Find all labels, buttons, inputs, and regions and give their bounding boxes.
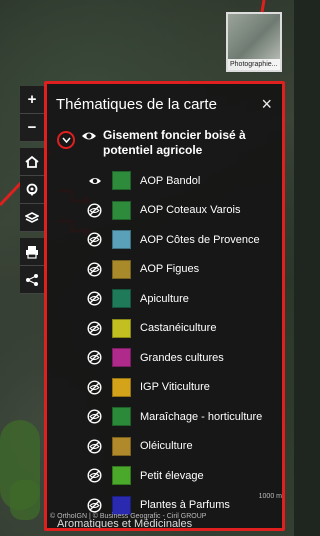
eye-icon[interactable] xyxy=(87,173,102,188)
legend-swatch xyxy=(112,230,131,250)
zoom-out-button[interactable]: − xyxy=(20,114,44,142)
eye-slash-icon[interactable] xyxy=(87,350,102,365)
photo-basemap-toggle[interactable]: Photographie... xyxy=(226,12,282,72)
legend-swatch xyxy=(112,289,131,309)
layer-group-title: Gisement foncier boisé à potentiel agric… xyxy=(103,128,246,157)
legend-swatch xyxy=(112,407,131,427)
location-pin-icon xyxy=(26,183,38,196)
eye-slash-icon[interactable] xyxy=(87,468,102,483)
thematics-panel: Thématiques de la carte × Gisement fonci… xyxy=(44,81,285,531)
layer-item[interactable]: Apiculture xyxy=(47,284,282,314)
legend-swatch xyxy=(112,318,131,338)
legend-swatch xyxy=(112,259,131,279)
layer-list: AOP Bandol AOP Coteaux Varois AOP Côtes de… xyxy=(47,166,282,528)
locate-button[interactable] xyxy=(20,176,44,204)
layer-label: Petit élevage xyxy=(140,469,204,482)
layer-label: Grandes cultures xyxy=(140,351,224,364)
print-button[interactable] xyxy=(20,238,44,266)
eye-slash-icon[interactable] xyxy=(87,380,102,395)
print-icon xyxy=(26,245,38,259)
layer-group: Gisement foncier boisé à potentiel agric… xyxy=(47,124,282,158)
map-attribution: © OrthoIGN | © Business Geografic - Ciri… xyxy=(50,513,207,520)
layer-item[interactable]: AOP Coteaux Varois xyxy=(47,196,282,226)
layers-button[interactable] xyxy=(20,204,44,232)
legend-swatch xyxy=(112,348,131,368)
layer-item[interactable]: Petit élevage xyxy=(47,461,282,491)
eye-slash-icon[interactable] xyxy=(87,439,102,454)
share-icon xyxy=(26,273,38,286)
close-icon[interactable]: × xyxy=(261,94,272,115)
layer-item[interactable]: Castanéiculture xyxy=(47,314,282,344)
share-button[interactable] xyxy=(20,266,44,294)
layer-label: Apiculture xyxy=(140,292,189,305)
eye-slash-icon[interactable] xyxy=(87,409,102,424)
layer-item[interactable]: AOP Côtes de Provence xyxy=(47,225,282,255)
legend-swatch xyxy=(112,200,131,220)
layer-label: Oléiculture xyxy=(140,440,193,453)
layer-item[interactable]: Grandes cultures xyxy=(47,343,282,373)
eye-slash-icon[interactable] xyxy=(87,291,102,306)
panel-title: Thématiques de la carte xyxy=(56,95,217,113)
eye-slash-icon[interactable] xyxy=(87,498,102,513)
legend-swatch xyxy=(112,495,131,515)
legend-swatch xyxy=(112,377,131,397)
zoom-in-button[interactable]: + xyxy=(20,86,44,114)
panel-header: Thématiques de la carte × xyxy=(47,84,282,124)
eye-slash-icon[interactable] xyxy=(87,321,102,336)
legend-swatch xyxy=(112,171,131,191)
chevron-down-icon[interactable] xyxy=(57,131,75,149)
map-scale: 1000 m xyxy=(258,493,282,500)
home-icon xyxy=(25,155,39,168)
layer-item[interactable]: AOP Bandol xyxy=(47,166,282,196)
eye-slash-icon[interactable] xyxy=(87,262,102,277)
layer-label: AOP Côtes de Provence xyxy=(140,233,260,246)
map-toolbar: + − xyxy=(20,86,44,294)
layer-item[interactable]: AOP Figues xyxy=(47,255,282,285)
map-vegetation-patch xyxy=(10,480,40,520)
legend-swatch xyxy=(112,466,131,486)
photo-caption: Photographie... xyxy=(228,59,280,70)
layer-label: AOP Bandol xyxy=(140,174,201,187)
layer-label: Castanéiculture xyxy=(140,322,217,335)
layer-label: AOP Figues xyxy=(140,263,200,276)
home-button[interactable] xyxy=(20,148,44,176)
layer-label: IGP Viticulture xyxy=(140,381,210,394)
layer-item[interactable]: Maraîchage - horticulture xyxy=(47,402,282,432)
layer-item[interactable]: IGP Viticulture xyxy=(47,373,282,403)
layer-label: AOP Coteaux Varois xyxy=(140,204,241,217)
layer-label: Plantes à Parfums xyxy=(140,499,230,512)
layer-label: Maraîchage - horticulture xyxy=(140,410,263,423)
layer-item[interactable]: Oléiculture xyxy=(47,432,282,462)
eye-slash-icon[interactable] xyxy=(87,232,102,247)
legend-swatch xyxy=(112,436,131,456)
layers-icon xyxy=(25,211,39,223)
eye-slash-icon[interactable] xyxy=(87,203,102,218)
eye-icon[interactable] xyxy=(81,129,97,148)
